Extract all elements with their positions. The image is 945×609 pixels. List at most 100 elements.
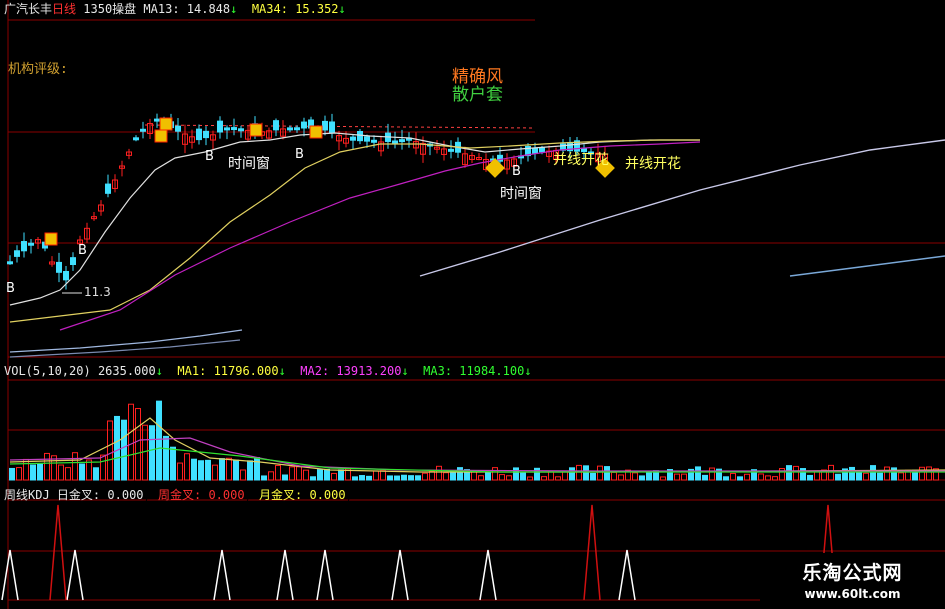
ma2-arrow: ↓ (401, 364, 409, 378)
ma-longer-line (789, 255, 945, 277)
volume-bar (212, 464, 218, 481)
signal-flag (249, 123, 263, 137)
signal-flag (159, 117, 173, 131)
signal-flag (44, 232, 58, 246)
month-cross-value: 0.000 (309, 488, 346, 502)
volume-bar (744, 473, 750, 481)
volume-bar (317, 469, 323, 481)
week-cross-label: 周金叉: (157, 488, 202, 502)
month-cross-label: 月金叉: (259, 488, 303, 502)
ma34-label: MA34: (251, 2, 288, 16)
volume-bar (86, 459, 92, 481)
candle-body (133, 137, 139, 141)
kdj-signal-peaks (1, 504, 837, 601)
price-header: 广汽长丰日线 1350操盘 MA13: 14.848↓, MA34: 15.35… (4, 2, 354, 16)
stock-name[interactable]: 广汽长丰 (4, 2, 52, 16)
buy-mark: B (6, 281, 15, 296)
volume-bar (366, 475, 372, 481)
volume-bars (9, 400, 939, 481)
kdj-peak (276, 549, 294, 601)
kdj-peak (316, 549, 334, 601)
volume-bar (597, 465, 603, 481)
ma-base-line (9, 329, 243, 353)
candle-body (70, 257, 76, 266)
watermark: 乐淘公式网 www.60lt.com (760, 553, 945, 609)
volume-bar (695, 466, 701, 481)
volume-bar (163, 435, 169, 481)
candle-body (448, 148, 454, 152)
volume-bar (583, 465, 589, 481)
candle-body (231, 127, 237, 131)
volume-bar (219, 458, 225, 481)
candle-body (238, 128, 244, 132)
ma3-value: 11984.100 (459, 364, 525, 378)
ma13-arrow: ↓ (230, 2, 238, 16)
volume-bar (331, 472, 337, 481)
volume-bar (660, 476, 666, 481)
volume-bar (394, 475, 400, 481)
volume-bar (170, 446, 176, 481)
period-label[interactable]: 日线 (52, 2, 76, 16)
volume-bar (303, 469, 309, 481)
buy-mark: B (205, 149, 214, 164)
volume-bar (359, 475, 365, 481)
volume-bar (569, 467, 575, 481)
volume-bar (562, 471, 568, 481)
note-retail: 散户套 (452, 85, 503, 105)
volume-bar (863, 472, 869, 481)
volume-bar (779, 468, 785, 481)
day-cross-label: 日金叉: (56, 488, 101, 502)
volume-bar (877, 472, 883, 481)
volume-bar (534, 467, 540, 481)
volume-bar (296, 466, 302, 481)
candle-body (273, 120, 279, 131)
panel-mask (535, 0, 945, 137)
kdj-peak-red (583, 504, 601, 601)
volume-bar (429, 470, 435, 481)
volume-bar (478, 475, 484, 481)
volume-bar (856, 471, 862, 481)
candle-body (532, 147, 538, 155)
candle-body (322, 120, 328, 131)
kdj-peak (66, 549, 84, 601)
volume-bar (506, 475, 512, 481)
volume-bar (849, 466, 855, 481)
volume-bar (37, 463, 43, 481)
candle-body (329, 121, 335, 134)
volume-bar (93, 467, 99, 481)
volume-bar (16, 467, 22, 481)
volume-bar (639, 475, 645, 481)
volume-bar (338, 469, 344, 481)
ma13-value: 14.848 (186, 2, 231, 16)
volume-bar (520, 471, 526, 481)
volume-bar (254, 457, 260, 481)
kdj-title[interactable]: 周线KDJ (4, 488, 50, 502)
flower-label: 并线开花 (625, 156, 681, 172)
volume-bar (485, 471, 491, 481)
watermark-url: www.60lt.com (804, 587, 901, 601)
kdj-peak (479, 549, 497, 601)
day-cross-value: 0.000 (107, 488, 144, 502)
candle-body (301, 121, 307, 129)
ma13-label: MA13: (143, 2, 180, 16)
candle-body (217, 120, 223, 133)
volume-bar (513, 467, 519, 481)
volume-bar (499, 474, 505, 481)
time-window-label: 时间窗 (500, 185, 542, 202)
kdj-peak-red (49, 504, 67, 601)
volume-bar (786, 465, 792, 481)
volume-bar (128, 403, 134, 481)
volume-bar (149, 425, 155, 481)
volume-bar (436, 465, 442, 481)
kdj-peak (213, 549, 231, 601)
volume-bar (926, 466, 932, 481)
volume-bar (611, 471, 617, 481)
candle-body (14, 250, 20, 257)
candle-body (7, 261, 13, 265)
volume-title[interactable]: VOL(5,10,20) (4, 364, 91, 378)
volume-bar (226, 457, 232, 481)
volume-bar (765, 475, 771, 481)
volume-bar (310, 476, 316, 481)
volume-bar (492, 467, 498, 481)
volume-bar (65, 467, 71, 481)
